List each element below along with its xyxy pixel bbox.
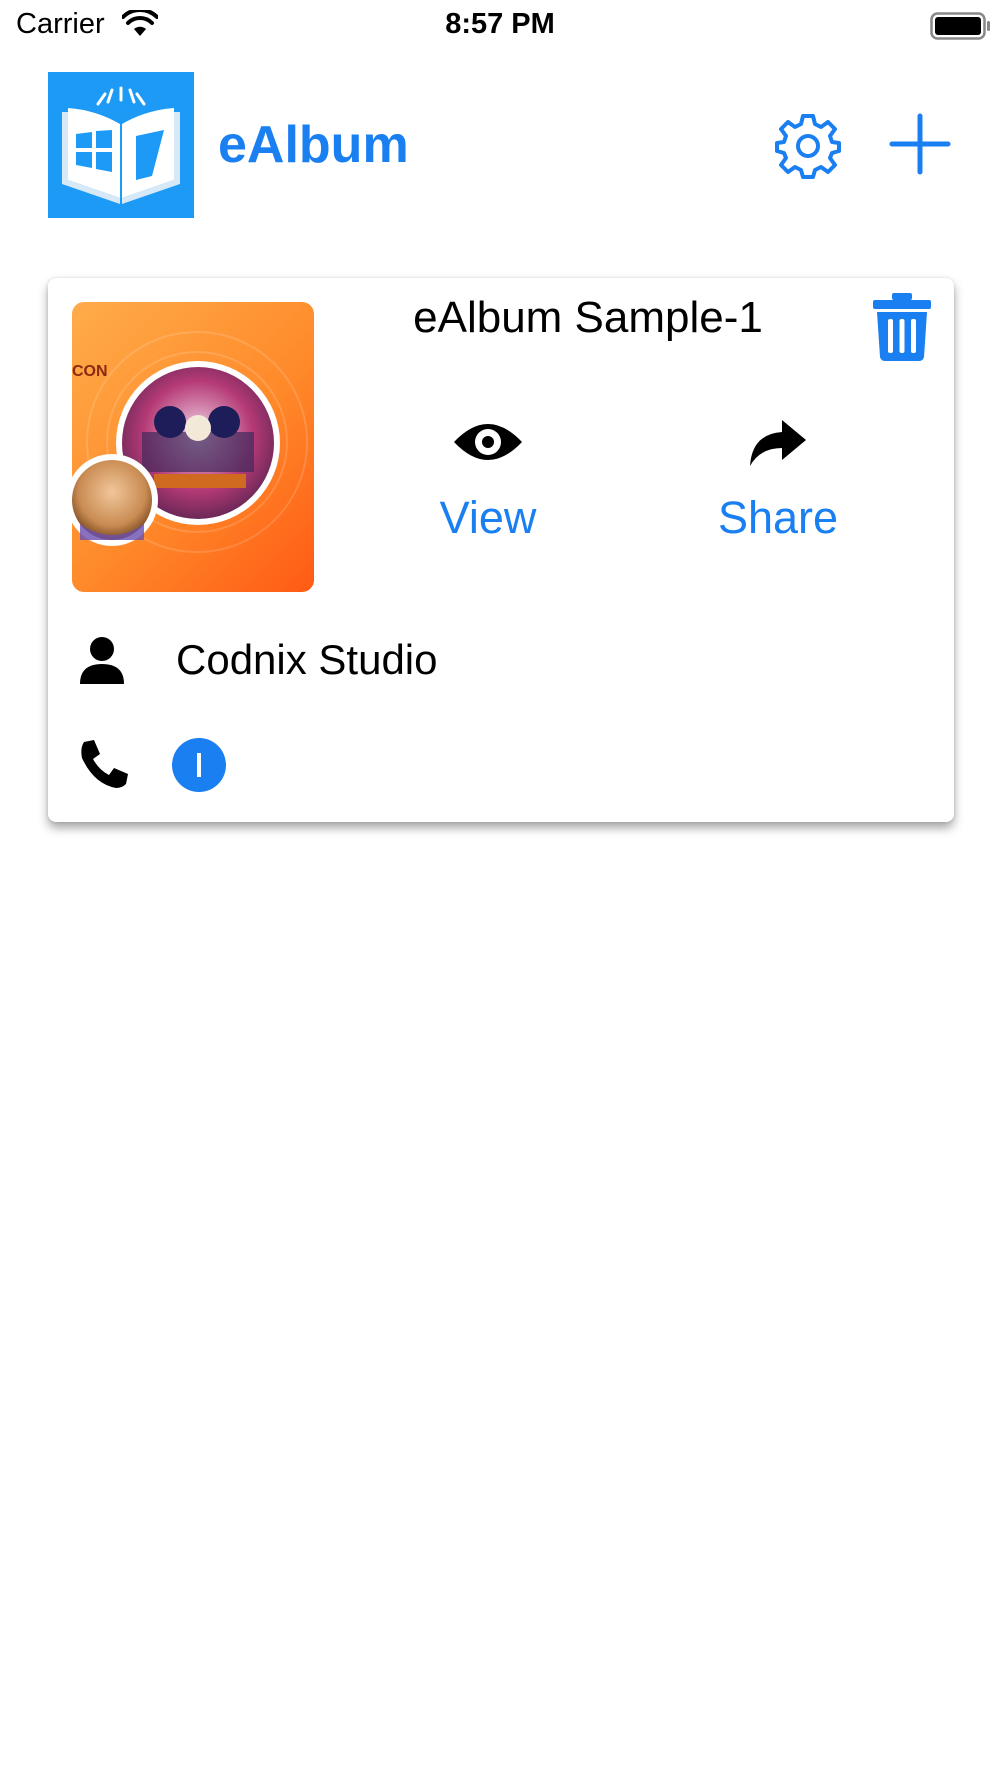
trash-icon bbox=[873, 293, 931, 361]
call-button[interactable] bbox=[78, 738, 138, 798]
status-time: 8:57 PM bbox=[445, 8, 555, 40]
person-icon bbox=[80, 637, 124, 684]
app-title: eAlbum bbox=[218, 116, 409, 174]
settings-button[interactable] bbox=[774, 112, 842, 180]
album-card[interactable]: CON eAlbum Sample-1 View Share Codnix St… bbox=[48, 278, 954, 822]
share-arrow-icon bbox=[750, 420, 806, 466]
share-button[interactable]: Share bbox=[708, 418, 848, 543]
status-bar: Carrier 8:57 PM bbox=[0, 0, 1000, 52]
view-label: View bbox=[439, 492, 537, 543]
delete-album-button[interactable] bbox=[872, 292, 932, 362]
add-album-button[interactable] bbox=[888, 112, 952, 176]
battery-icon bbox=[930, 12, 990, 40]
app-logo bbox=[48, 72, 194, 218]
owner-row: Codnix Studio bbox=[78, 630, 578, 690]
info-button[interactable] bbox=[172, 738, 226, 792]
app-header: eAlbum bbox=[48, 72, 952, 218]
plus-icon bbox=[889, 113, 951, 175]
phone-icon bbox=[81, 740, 128, 788]
album-title: eAlbum Sample-1 bbox=[413, 293, 763, 342]
open-book-icon bbox=[62, 86, 180, 204]
thumbnail-logo-text: CON bbox=[72, 363, 108, 380]
share-label: Share bbox=[717, 492, 839, 543]
album-thumbnail[interactable]: CON bbox=[72, 302, 314, 592]
info-icon bbox=[197, 753, 201, 777]
album-cover-image: CON bbox=[72, 331, 308, 553]
owner-name: Codnix Studio bbox=[176, 636, 438, 683]
eye-icon bbox=[454, 424, 522, 460]
view-button[interactable]: View bbox=[428, 418, 548, 543]
gear-icon bbox=[775, 114, 841, 179]
